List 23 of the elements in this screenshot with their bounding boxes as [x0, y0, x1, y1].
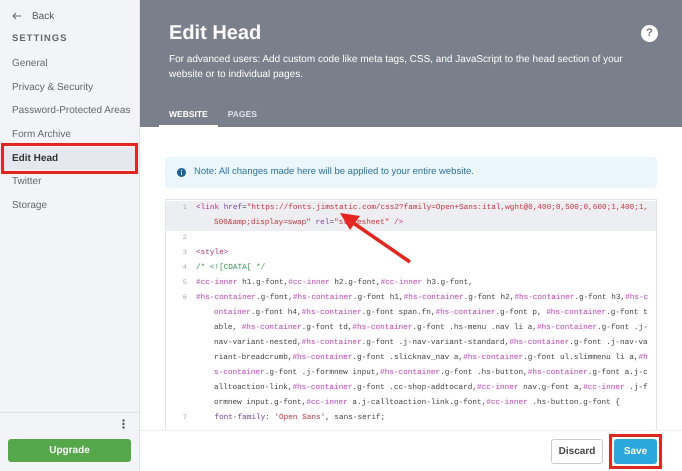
discard-button[interactable]: Discard — [551, 438, 603, 464]
sidebar-item[interactable]: Twitter — [0, 170, 139, 194]
sidebar-item[interactable]: Edit Head — [0, 146, 136, 170]
sidebar-item[interactable]: Storage — [0, 194, 139, 218]
sidebar-item[interactable]: Privacy & Security — [0, 76, 139, 100]
tab[interactable]: WEBSITE — [159, 103, 218, 127]
tab[interactable]: PAGES — [218, 103, 267, 127]
back-link[interactable]: Back — [0, 0, 139, 24]
page-description: For advanced users: Add custom code like meta tags, CSS, and JavaScript to the head section of your website or to individual pages. — [169, 53, 624, 82]
save-button[interactable]: Save — [614, 438, 657, 464]
upgrade-button[interactable]: Upgrade — [8, 439, 131, 462]
sidebar-item[interactable]: Password-Protected Areas — [0, 99, 139, 124]
note-text: Note: All changes made here will be applied to your entire website. — [194, 165, 474, 180]
more-options-icon[interactable] — [122, 419, 125, 429]
back-arrow-icon — [12, 12, 22, 20]
info-icon — [177, 168, 186, 177]
sidebar-item[interactable]: General — [0, 52, 139, 76]
annotation-box — [609, 434, 662, 468]
help-button[interactable]: ? — [641, 24, 658, 42]
section-title: SETTINGS — [11, 32, 69, 46]
page-title: Edit Head — [169, 21, 262, 46]
sidebar-item[interactable]: Form Archive — [0, 123, 139, 147]
code-editor[interactable] — [165, 199, 657, 430]
